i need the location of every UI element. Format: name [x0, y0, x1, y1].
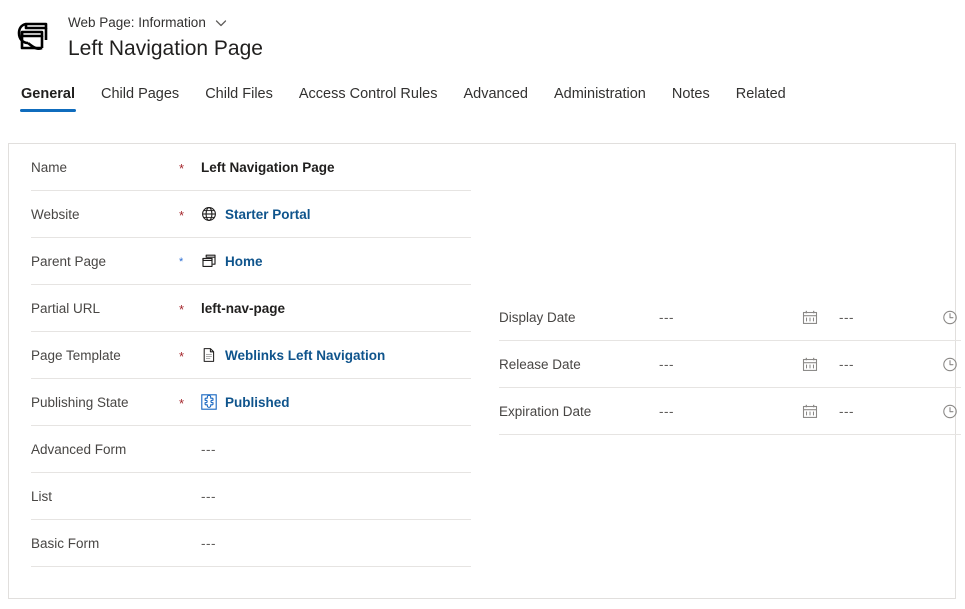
date-input[interactable]: --- — [659, 357, 799, 372]
field-row-release-date: Release Date --- --- — [499, 341, 961, 388]
field-value[interactable]: --- — [201, 536, 216, 551]
time-value-text: --- — [839, 309, 854, 325]
clock-icon — [942, 309, 958, 325]
required-marker — [179, 495, 201, 497]
tab-child-pages[interactable]: Child Pages — [88, 84, 192, 112]
field-row-website: Website * Starter Portal — [31, 191, 471, 238]
field-value[interactable]: Weblinks Left Navigation — [201, 347, 385, 363]
field-label: Basic Form — [31, 535, 100, 551]
field-value[interactable]: Starter Portal — [201, 206, 311, 222]
form-right-column: Display Date --- --- Release Date --- --- Expi… — [493, 144, 965, 598]
required-marker: * — [179, 255, 184, 268]
field-label: Expiration Date — [499, 403, 592, 419]
time-value-text: --- — [839, 356, 854, 372]
puzzle-piece-icon — [201, 394, 217, 410]
field-label: Partial URL — [31, 300, 101, 316]
calendar-icon — [802, 309, 818, 325]
required-marker — [179, 448, 201, 450]
field-row-parent-page: Parent Page * Home — [31, 238, 471, 285]
time-picker-button[interactable] — [939, 356, 961, 372]
field-value-text: --- — [201, 488, 216, 504]
field-value[interactable]: Left Navigation Page — [201, 160, 335, 175]
required-marker — [179, 542, 201, 544]
date-input[interactable]: --- — [659, 404, 799, 419]
document-icon — [201, 347, 217, 363]
field-row-partial-url: Partial URL * left-nav-page — [31, 285, 471, 332]
field-value-text: left-nav-page — [201, 300, 286, 316]
field-row-list: List --- — [31, 473, 471, 520]
tab-access-control-rules[interactable]: Access Control Rules — [286, 84, 451, 112]
clock-icon — [942, 356, 958, 372]
form-left-column: Name * Left Navigation Page Website * Starter… — [9, 144, 493, 598]
field-row-basic-form: Basic Form --- — [31, 520, 471, 567]
field-value-text: Left Navigation Page — [201, 159, 335, 175]
field-value[interactable]: --- — [201, 489, 216, 504]
field-value-text: --- — [201, 441, 216, 457]
clock-icon — [942, 403, 958, 419]
field-label: Parent Page — [31, 253, 107, 269]
date-input[interactable]: --- — [659, 310, 799, 325]
tab-general[interactable]: General — [8, 84, 88, 112]
required-marker: * — [179, 395, 185, 411]
field-label: Name — [31, 159, 68, 175]
lookup-value-link[interactable]: Published — [225, 395, 290, 410]
date-value-text: --- — [659, 309, 674, 325]
date-value-text: --- — [659, 356, 674, 372]
field-value-text: --- — [201, 535, 216, 551]
field-label: Display Date — [499, 309, 576, 325]
field-value[interactable]: left-nav-page — [201, 301, 285, 316]
field-label: Page Template — [31, 347, 121, 363]
field-label: Website — [31, 206, 80, 222]
globe-icon — [201, 206, 217, 222]
header-text-block: Web Page: Information Left Navigation Pa… — [68, 14, 263, 63]
time-picker-button[interactable] — [939, 309, 961, 325]
required-marker: * — [179, 301, 185, 317]
time-value-text: --- — [839, 403, 854, 419]
entity-name-label: Web Page: Information — [68, 15, 206, 30]
page-title: Left Navigation Page — [68, 37, 263, 60]
calendar-icon — [802, 356, 818, 372]
time-input[interactable]: --- — [839, 404, 939, 419]
date-picker-button[interactable] — [799, 356, 821, 372]
field-row-publishing-state: Publishing State * Published — [31, 379, 471, 426]
tab-related[interactable]: Related — [723, 84, 799, 112]
required-marker: * — [179, 160, 185, 176]
field-value[interactable]: Published — [201, 394, 290, 410]
field-label: Advanced Form — [31, 441, 127, 457]
field-row-advanced-form: Advanced Form --- — [31, 426, 471, 473]
lookup-value-link[interactable]: Weblinks Left Navigation — [225, 348, 385, 363]
field-label: Release Date — [499, 356, 581, 372]
tab-advanced[interactable]: Advanced — [450, 84, 541, 112]
lookup-value-link[interactable]: Starter Portal — [225, 207, 311, 222]
time-picker-button[interactable] — [939, 403, 961, 419]
tab-bar: General Child Pages Child Files Access Cont… — [0, 76, 965, 112]
tab-administration[interactable]: Administration — [541, 84, 659, 112]
calendar-icon — [802, 403, 818, 419]
time-input[interactable]: --- — [839, 310, 939, 325]
field-label: Publishing State — [31, 394, 129, 410]
field-value[interactable]: --- — [201, 442, 216, 457]
tab-child-files[interactable]: Child Files — [192, 84, 286, 112]
lookup-value-link[interactable]: Home — [225, 254, 263, 269]
date-value-text: --- — [659, 403, 674, 419]
time-input[interactable]: --- — [839, 357, 939, 372]
date-picker-button[interactable] — [799, 403, 821, 419]
date-picker-button[interactable] — [799, 309, 821, 325]
required-marker: * — [179, 207, 185, 223]
field-row-display-date: Display Date --- --- — [499, 294, 961, 341]
general-tab-form: Name * Left Navigation Page Website * Starter… — [8, 143, 961, 599]
field-row-page-template: Page Template * Weblinks Left Navigation — [31, 332, 471, 379]
chevron-down-icon[interactable] — [213, 15, 229, 31]
field-row-name: Name * Left Navigation Page — [31, 144, 471, 191]
field-label: List — [31, 488, 53, 504]
field-row-expiration-date: Expiration Date --- --- — [499, 388, 961, 435]
tab-notes[interactable]: Notes — [659, 84, 723, 112]
required-marker: * — [179, 348, 185, 364]
field-value[interactable]: Home — [201, 253, 263, 269]
web-page-icon — [201, 253, 217, 269]
page-header: Web Page: Information Left Navigation Pa… — [0, 0, 965, 68]
entity-breadcrumb: Web Page: Information — [68, 14, 263, 32]
web-page-icon — [12, 16, 56, 60]
